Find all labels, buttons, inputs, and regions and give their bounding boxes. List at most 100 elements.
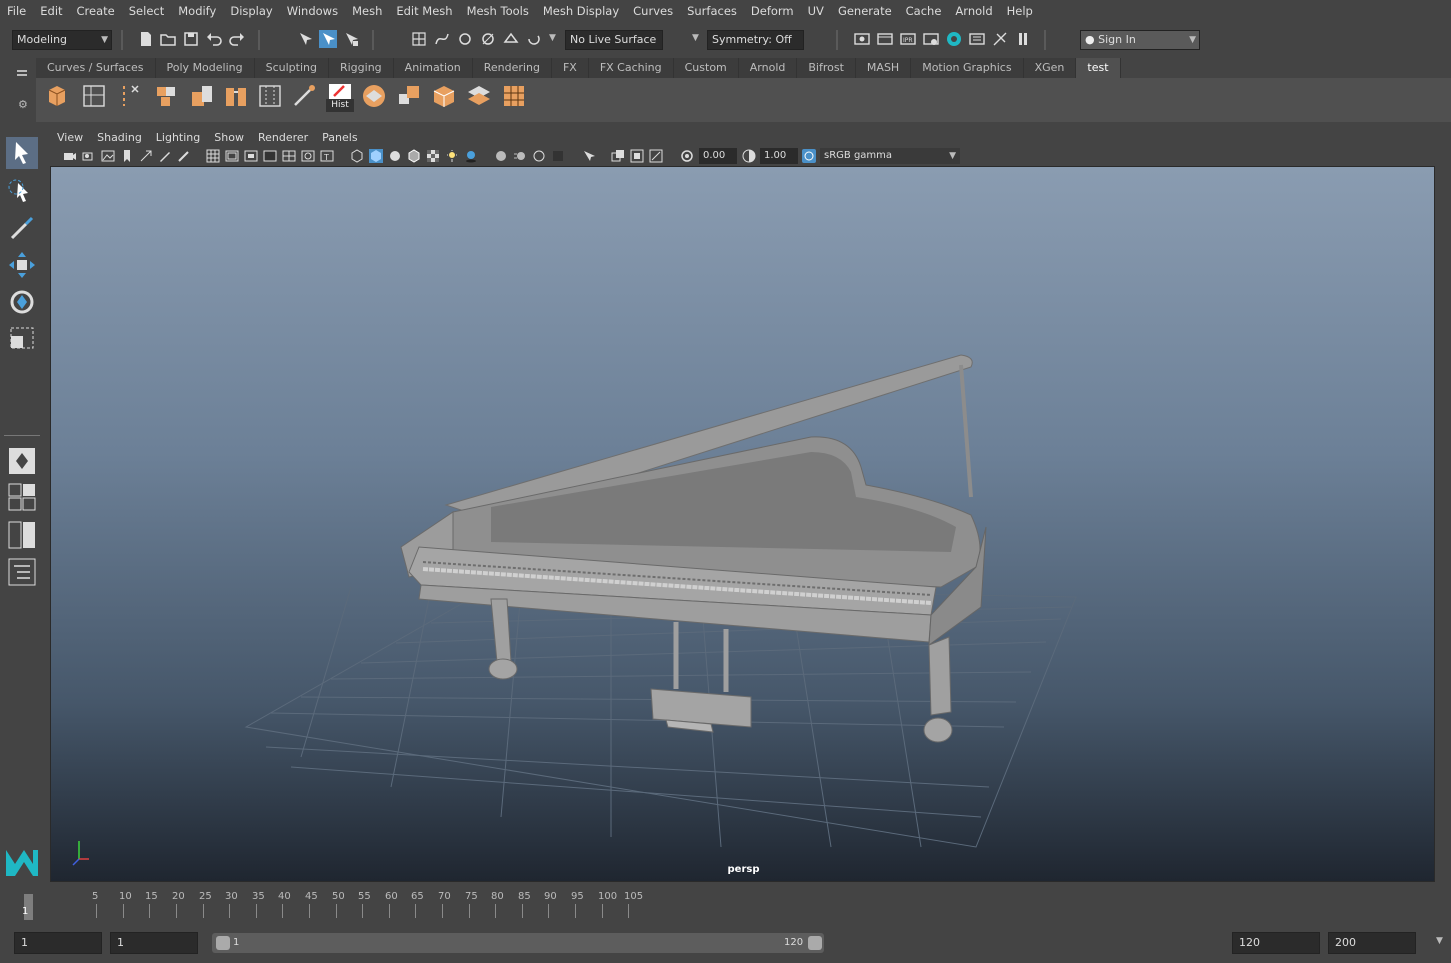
xray-joints-icon[interactable]	[630, 149, 644, 163]
pause-icon[interactable]	[1014, 30, 1032, 48]
tab-animation[interactable]: Animation	[393, 58, 473, 78]
menu-mesh-tools[interactable]: Mesh Tools	[460, 4, 536, 18]
film-gate-icon[interactable]	[225, 149, 239, 163]
menu-select[interactable]: Select	[122, 4, 171, 18]
textured-icon[interactable]	[426, 149, 440, 163]
select-tool-icon[interactable]	[6, 137, 38, 169]
wireframe-icon[interactable]	[350, 149, 364, 163]
tab-poly-modeling[interactable]: Poly Modeling	[155, 58, 255, 78]
tab-rendering[interactable]: Rendering	[472, 58, 552, 78]
move-tool-icon[interactable]	[6, 249, 38, 281]
resolution-gate-icon[interactable]	[244, 149, 258, 163]
insert-edge-loop-icon[interactable]	[256, 82, 284, 110]
safe-action-icon[interactable]	[301, 149, 315, 163]
menu-curves[interactable]: Curves	[626, 4, 680, 18]
playback-start-field[interactable]: 1	[110, 932, 198, 954]
depth-of-field-icon[interactable]	[551, 149, 565, 163]
playback-end-field[interactable]: 120	[1232, 932, 1320, 954]
field-chart-icon[interactable]	[282, 149, 296, 163]
four-pane-layout-icon[interactable]	[6, 481, 38, 513]
menu-mesh[interactable]: Mesh	[345, 4, 389, 18]
backface-culling-icon[interactable]	[649, 149, 663, 163]
exposure-icon[interactable]	[680, 149, 694, 163]
tab-bifrost[interactable]: Bifrost	[797, 58, 856, 78]
start-time-field[interactable]: 1	[14, 932, 102, 954]
menu-surfaces[interactable]: Surfaces	[680, 4, 744, 18]
view-transform-dropdown[interactable]: sRGB gamma ▼	[820, 148, 960, 164]
outliner-layout-icon[interactable]	[6, 556, 38, 588]
ipr-render-icon[interactable]: IPR	[899, 30, 917, 48]
gear-icon[interactable]: ⚙	[18, 98, 28, 111]
menu-set-dropdown[interactable]: Modeling ▼	[12, 30, 112, 50]
screen-space-ao-icon[interactable]	[494, 149, 508, 163]
tab-fx-caching[interactable]: FX Caching	[588, 58, 674, 78]
panel-menu-lighting[interactable]: Lighting	[149, 131, 207, 144]
menu-modify[interactable]: Modify	[171, 4, 223, 18]
gamma-icon[interactable]	[742, 149, 756, 163]
image-plane-icon[interactable]	[101, 149, 115, 163]
single-pane-layout-icon[interactable]	[6, 445, 38, 477]
shelf-menu-icon[interactable]	[17, 70, 27, 72]
range-start-handle[interactable]	[216, 936, 230, 950]
select-component-icon[interactable]	[342, 30, 360, 48]
menu-help[interactable]: Help	[1000, 4, 1040, 18]
grid-toggle-icon[interactable]	[206, 149, 220, 163]
snap-surface-icon[interactable]	[502, 30, 520, 48]
xray-icon[interactable]	[611, 149, 625, 163]
menu-arnold[interactable]: Arnold	[948, 4, 999, 18]
range-slider-track[interactable]	[212, 933, 824, 953]
color-management-icon[interactable]	[802, 149, 816, 163]
bookmark-icon[interactable]	[120, 149, 134, 163]
tab-arnold[interactable]: Arnold	[738, 58, 798, 78]
snapshot-icon[interactable]	[991, 30, 1009, 48]
motion-blur-icon[interactable]	[513, 149, 527, 163]
gate-mask-icon[interactable]	[263, 149, 277, 163]
tab-fx[interactable]: FX	[551, 58, 589, 78]
range-end-handle[interactable]	[808, 936, 822, 950]
tab-test[interactable]: test	[1076, 58, 1121, 78]
isolate-select-icon[interactable]	[581, 149, 595, 163]
redo-icon[interactable]	[228, 30, 246, 48]
default-material-icon[interactable]	[388, 149, 402, 163]
hypershade-icon[interactable]	[945, 30, 963, 48]
tab-curves-surfaces[interactable]: Curves / Surfaces	[36, 58, 156, 78]
snap-grid-icon[interactable]	[410, 30, 428, 48]
bevel-icon[interactable]	[360, 82, 388, 110]
menu-display[interactable]: Display	[223, 4, 279, 18]
chevron-down-icon[interactable]: ▼	[1436, 936, 1443, 946]
menu-windows[interactable]: Windows	[280, 4, 345, 18]
tab-motion-graphics[interactable]: Motion Graphics	[911, 58, 1024, 78]
chevron-down-icon[interactable]: ▼	[692, 33, 699, 43]
select-object-icon[interactable]	[319, 30, 337, 48]
new-scene-icon[interactable]	[137, 30, 155, 48]
tab-mash[interactable]: MASH	[855, 58, 912, 78]
panel-menu-renderer[interactable]: Renderer	[251, 131, 315, 144]
open-scene-icon[interactable]	[159, 30, 177, 48]
undo-icon[interactable]	[205, 30, 223, 48]
panel-menu-show[interactable]: Show	[207, 131, 251, 144]
grease-pencil-alt-icon[interactable]	[177, 149, 191, 163]
end-time-field[interactable]: 200	[1328, 932, 1416, 954]
menu-uv[interactable]: UV	[801, 4, 831, 18]
panel-menu-view[interactable]: View	[50, 131, 90, 144]
render-frame-icon[interactable]	[876, 30, 894, 48]
paint-select-icon[interactable]	[6, 212, 38, 244]
tab-custom[interactable]: Custom	[673, 58, 739, 78]
menu-cache[interactable]: Cache	[899, 4, 949, 18]
grease-pencil-icon[interactable]	[158, 149, 172, 163]
wireframe-on-shaded-icon[interactable]	[407, 149, 421, 163]
uv-layout-icon[interactable]	[500, 82, 528, 110]
menu-create[interactable]: Create	[70, 4, 122, 18]
bridge-icon[interactable]	[222, 82, 250, 110]
chevron-down-icon[interactable]: ▼	[549, 33, 556, 43]
snap-curve-icon[interactable]	[433, 30, 451, 48]
time-slider[interactable]	[0, 886, 1451, 924]
sculpt-brush-icon[interactable]	[290, 82, 318, 110]
live-surface-field[interactable]: No Live Surface	[565, 30, 663, 50]
menu-generate[interactable]: Generate	[831, 4, 899, 18]
gamma-field[interactable]: 1.00	[760, 148, 798, 164]
select-hierarchy-icon[interactable]	[296, 30, 314, 48]
panel-menu-panels[interactable]: Panels	[315, 131, 364, 144]
two-pane-layout-icon[interactable]	[6, 519, 38, 551]
camera-attributes-icon[interactable]	[82, 149, 96, 163]
